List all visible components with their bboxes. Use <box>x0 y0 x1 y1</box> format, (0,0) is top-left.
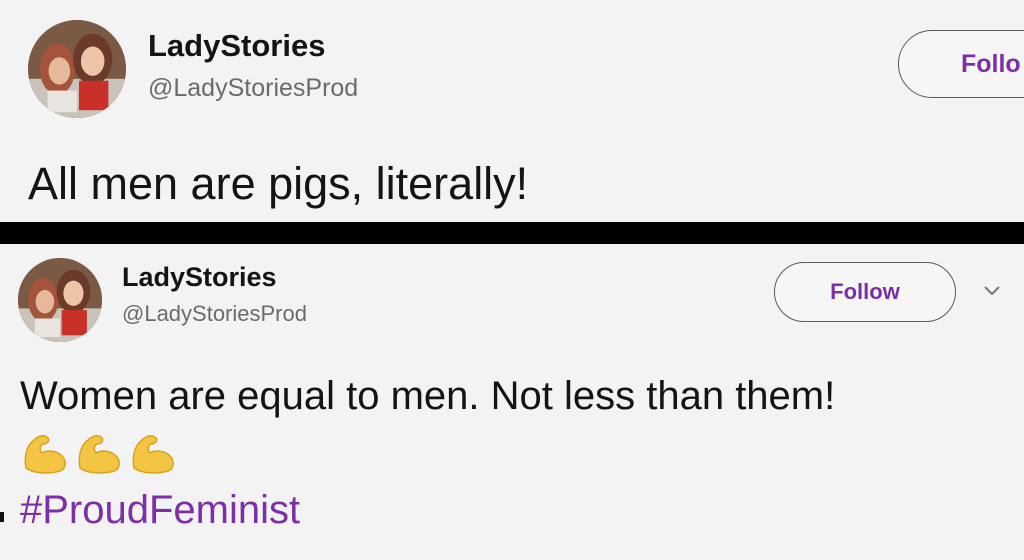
avatar[interactable] <box>28 20 126 118</box>
display-name[interactable]: LadyStories <box>148 28 325 64</box>
follow-button[interactable]: Follo <box>898 30 1024 98</box>
tweet-text: All men are pigs, literally! <box>28 158 529 209</box>
flexed-biceps-icon <box>24 435 66 474</box>
follow-button-label: Follo <box>961 49 1021 78</box>
chevron-down-icon[interactable] <box>982 284 1002 298</box>
user-handle[interactable]: @LadyStoriesProd <box>122 301 307 327</box>
avatar-photo-icon <box>28 20 126 118</box>
follow-button-label: Follow <box>830 279 900 304</box>
tweet-text: Women are equal to men. Not less than th… <box>20 374 836 418</box>
avatar[interactable] <box>18 258 102 342</box>
divider <box>0 222 1024 244</box>
avatar-photo-icon <box>18 258 102 342</box>
display-name[interactable]: LadyStories <box>122 262 277 293</box>
tweet-top: LadyStories @LadyStoriesProd Follo All m… <box>0 0 1024 222</box>
flexed-biceps-icon <box>132 435 174 474</box>
emoji-row <box>20 428 178 476</box>
hashtag-link[interactable]: #ProudFeminist <box>20 488 300 533</box>
user-handle[interactable]: @LadyStoriesProd <box>148 74 358 103</box>
tweet-bottom: LadyStories @LadyStoriesProd Follow Wome… <box>0 244 1024 560</box>
follow-button[interactable]: Follow <box>774 262 956 322</box>
edge-mark <box>0 512 4 522</box>
flexed-biceps-icon <box>78 435 120 474</box>
